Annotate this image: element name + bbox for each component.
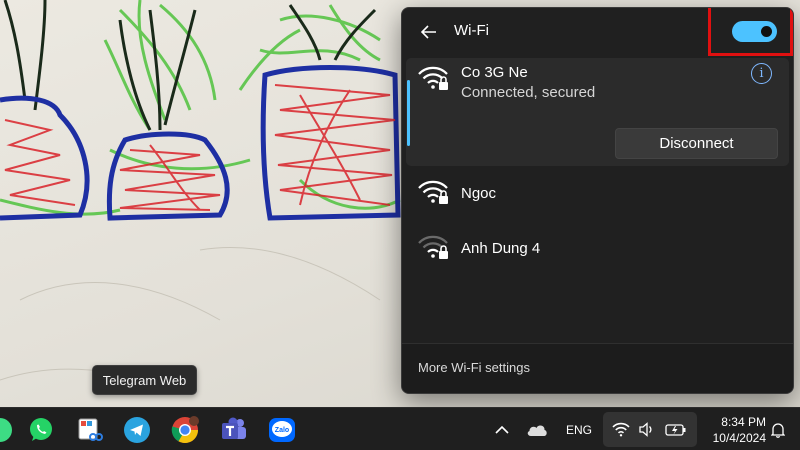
battery-charging-icon <box>665 424 686 436</box>
network-name: Ngoc <box>461 185 497 202</box>
disconnect-button[interactable]: Disconnect <box>615 128 778 159</box>
language-indicator[interactable]: ENG <box>559 416 599 444</box>
arrow-left-icon <box>421 25 436 39</box>
teams-icon <box>222 417 246 439</box>
selection-accent-bar <box>407 80 410 146</box>
taskbar-app-zalo[interactable]: Zalo <box>266 414 298 446</box>
notifications-button[interactable] <box>767 416 789 444</box>
bell-icon <box>771 423 785 438</box>
wifi-weak-secured-icon <box>418 235 448 259</box>
quick-settings-button[interactable] <box>603 412 697 447</box>
wifi-secured-icon <box>418 180 448 204</box>
taskbar-app-whatsapp[interactable] <box>25 414 57 446</box>
wifi-icon <box>612 422 630 437</box>
show-hidden-icons-button[interactable] <box>490 416 514 444</box>
clock-date: 10/4/2024 <box>712 431 766 445</box>
taskbar-app-snipping-tool[interactable] <box>73 414 105 446</box>
app-tooltip: Telegram Web <box>92 365 197 395</box>
connected-network-status: Connected, secured <box>461 84 596 101</box>
onedrive-button[interactable] <box>523 416 551 444</box>
wifi-toggle[interactable] <box>732 21 777 42</box>
taskbar-app-teams[interactable] <box>218 414 250 446</box>
telegram-icon <box>124 417 150 443</box>
connected-network-item[interactable]: Co 3G Ne Connected, secured i Disconnect <box>406 58 789 166</box>
taskbar-app-android[interactable] <box>0 414 16 446</box>
network-item-anh-dung-4[interactable]: Anh Dung 4 <box>406 223 789 275</box>
wifi-secured-icon <box>418 66 448 90</box>
taskbar-app-chrome[interactable] <box>169 414 201 446</box>
network-item-ngoc[interactable]: Ngoc <box>406 168 789 220</box>
flyout-title: Wi-Fi <box>454 22 489 39</box>
back-button[interactable] <box>416 20 442 44</box>
cloud-icon <box>527 425 547 436</box>
zalo-icon: Zalo <box>269 418 295 442</box>
clock-time: 8:34 PM <box>721 415 766 429</box>
whatsapp-icon <box>30 418 52 441</box>
toggle-knob <box>761 26 772 37</box>
network-info-button[interactable]: i <box>751 63 772 84</box>
more-wifi-settings-link[interactable]: More Wi-Fi settings <box>418 360 530 375</box>
chevron-up-icon <box>495 425 509 434</box>
wifi-flyout: Wi-Fi Co 3G Ne Connected, secured i Disc… <box>401 7 794 394</box>
flyout-footer: More Wi-Fi settings <box>402 343 793 393</box>
volume-icon <box>639 422 652 437</box>
taskbar-clock[interactable]: 8:34 PM 10/4/2024 <box>698 414 766 446</box>
chrome-icon <box>171 416 199 444</box>
android-icon <box>0 418 12 442</box>
flyout-header: Wi-Fi <box>402 8 793 56</box>
network-name: Anh Dung 4 <box>461 240 541 257</box>
snipping-tool-icon <box>78 418 103 441</box>
taskbar: Zalo ENG 8:34 PM 10/4/2024 <box>0 407 800 450</box>
taskbar-app-telegram[interactable] <box>121 414 153 446</box>
zalo-logo-text: Zalo <box>275 427 289 434</box>
connected-network-name: Co 3G Ne <box>461 64 528 81</box>
info-icon: i <box>759 66 764 81</box>
